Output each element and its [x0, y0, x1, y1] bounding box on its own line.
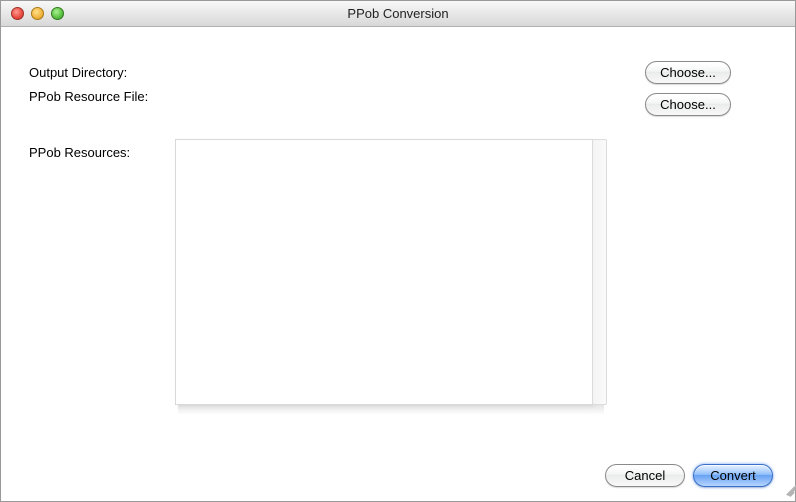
minimize-icon[interactable] [31, 7, 44, 20]
titlebar[interactable]: PPob Conversion [1, 1, 795, 27]
window-title: PPob Conversion [1, 6, 795, 21]
cancel-button[interactable]: Cancel [605, 464, 685, 487]
choose-resource-button[interactable]: Choose... [645, 93, 731, 116]
ppob-resource-file-label: PPob Resource File: [29, 89, 148, 104]
output-directory-label: Output Directory: [29, 65, 127, 80]
ppob-resources-label: PPob Resources: [29, 145, 130, 160]
window: PPob Conversion Output Directory: PPob R… [0, 0, 796, 502]
traffic-lights [1, 7, 64, 20]
zoom-icon[interactable] [51, 7, 64, 20]
resources-list-container [175, 139, 605, 417]
resources-list[interactable] [175, 139, 593, 405]
convert-button[interactable]: Convert [693, 464, 773, 487]
resize-grip-icon[interactable] [779, 485, 793, 499]
vertical-scrollbar[interactable] [592, 139, 607, 405]
close-icon[interactable] [11, 7, 24, 20]
choose-output-button[interactable]: Choose... [645, 61, 731, 84]
window-content: Output Directory: PPob Resource File: PP… [1, 27, 795, 501]
list-shadow [178, 405, 604, 415]
